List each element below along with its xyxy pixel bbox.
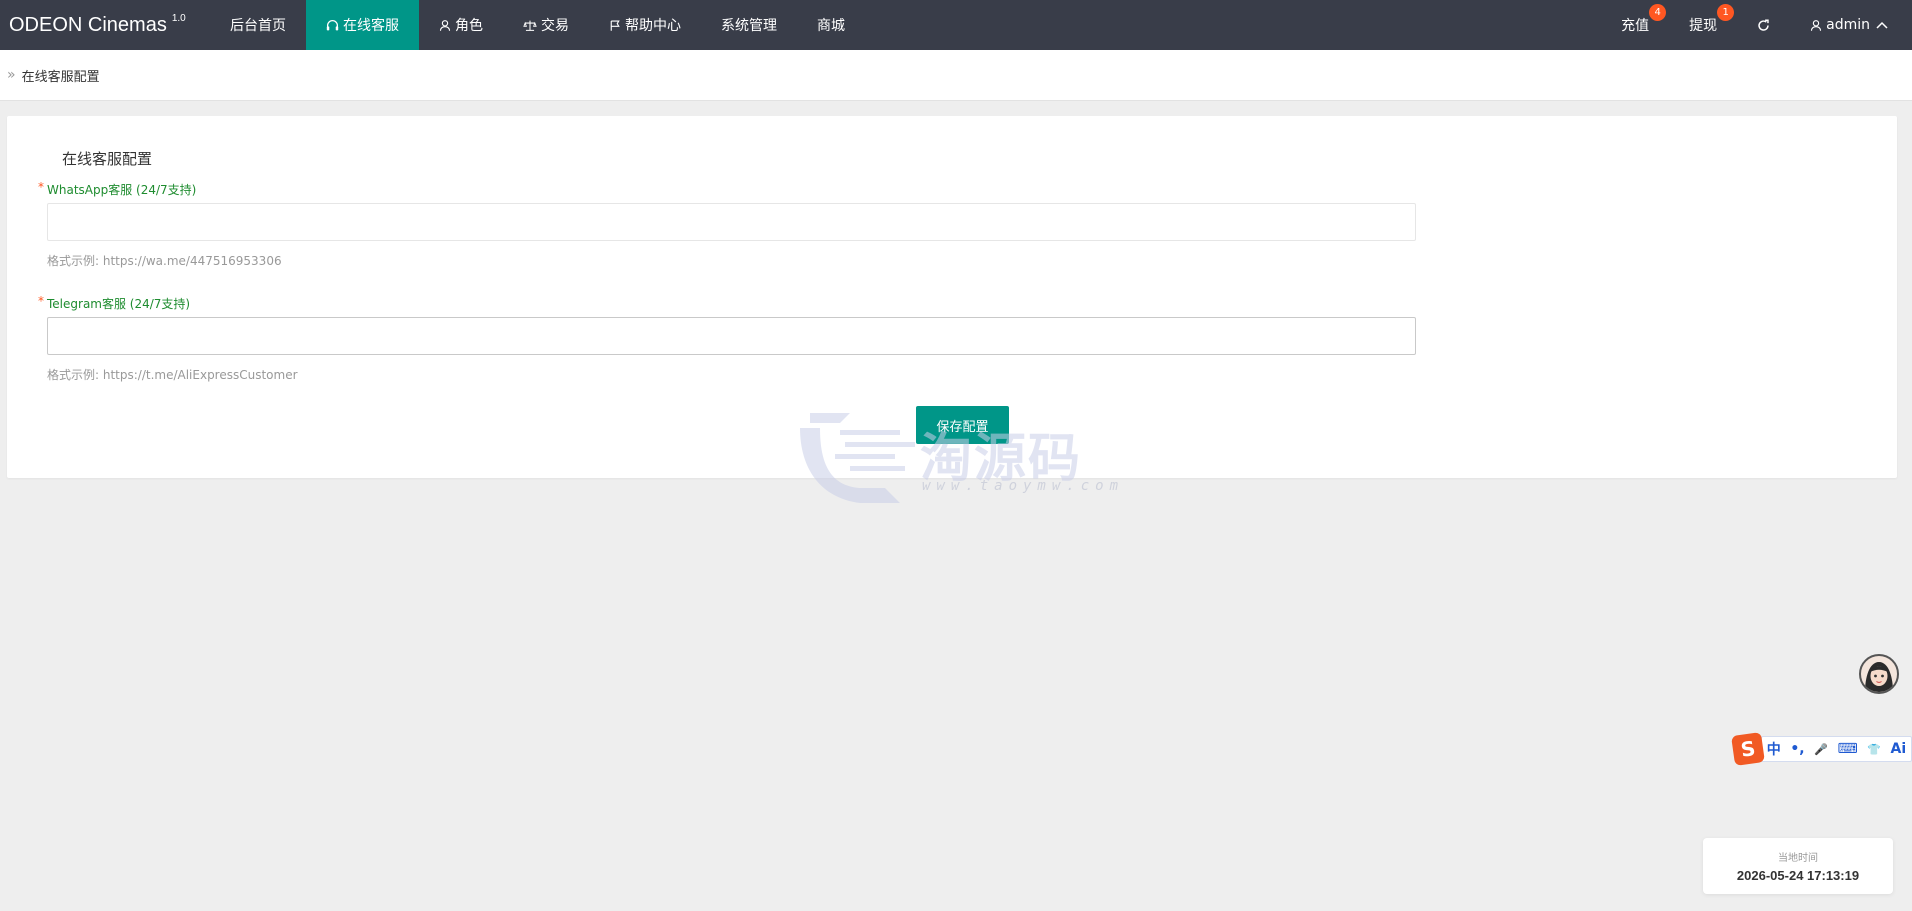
flag-icon <box>610 19 620 31</box>
brand-logo[interactable]: ODEON Cinemas 1.0 <box>0 12 210 37</box>
nav-item-system[interactable]: 系统管理 <box>701 0 797 50</box>
ime-toolbar: S 中 •, 🎤 ⌨ 👕 Ai <box>1731 732 1912 766</box>
sogou-logo-icon[interactable]: S <box>1731 732 1765 766</box>
nav-item-label: 后台首页 <box>230 18 286 34</box>
config-card: 在线客服配置 * WhatsApp客服 (24/7支持) 格式示例: https:… <box>7 116 1897 478</box>
local-time-value: 2026-05-24 17:13:19 <box>1736 868 1860 883</box>
telegram-input[interactable] <box>47 317 1416 355</box>
recharge-label: 充值 <box>1621 18 1650 34</box>
headset-icon <box>326 19 339 30</box>
nav-item-trade[interactable]: 交易 <box>503 0 589 50</box>
nav-item-label: 角色 <box>455 18 483 34</box>
ime-bar: 中 •, 🎤 ⌨ 👕 Ai <box>1761 736 1912 762</box>
refresh-icon <box>1758 18 1769 31</box>
scale-icon <box>523 20 537 31</box>
support-avatar[interactable] <box>1859 654 1899 694</box>
ime-skin-icon[interactable]: 👕 <box>1867 743 1881 756</box>
nav-item-help[interactable]: 帮助中心 <box>589 0 701 50</box>
ime-chinese-toggle[interactable]: 中 <box>1767 739 1781 759</box>
nav-item-dashboard[interactable]: 后台首页 <box>210 0 306 50</box>
required-marker: * <box>38 180 44 194</box>
withdraw-badge: 1 <box>1717 4 1735 21</box>
breadcrumb: » 在线客服配置 <box>0 50 1912 101</box>
save-config-button[interactable]: 保存配置 <box>916 406 1009 444</box>
whatsapp-label: * WhatsApp客服 (24/7支持) <box>38 180 197 198</box>
ime-microphone-icon[interactable]: 🎤 <box>1814 743 1828 756</box>
recharge-badge: 4 <box>1649 4 1667 21</box>
ime-ai-button[interactable]: Ai <box>1891 741 1907 757</box>
user-icon <box>1811 19 1822 31</box>
brand-version: 1.0 <box>171 12 186 24</box>
local-time-card: 当地时间 2026-05-24 17:13:19 <box>1703 838 1893 894</box>
brand-name: ODEON Cinemas <box>9 13 167 36</box>
nav-item-shop[interactable]: 商城 <box>797 0 865 50</box>
user-name: admin <box>1826 17 1870 33</box>
user-menu[interactable]: admin <box>1790 0 1912 50</box>
nav-item-online-service[interactable]: 在线客服 <box>306 0 419 50</box>
nav-right: 充值 4 提现 1 admin <box>1601 0 1912 50</box>
nav-item-label: 交易 <box>541 18 569 34</box>
telegram-hint: 格式示例: https://t.me/AliExpressCustomer <box>47 368 298 382</box>
user-icon <box>439 19 451 31</box>
double-chevron-right-icon: » <box>7 67 16 83</box>
nav-item-roles[interactable]: 角色 <box>419 0 503 50</box>
whatsapp-label-text: WhatsApp客服 (24/7支持) <box>47 183 197 197</box>
main-nav: 后台首页 在线客服 角色 交易 帮助中心 系统管理 商城 <box>210 0 865 50</box>
card-title: 在线客服配置 <box>62 150 153 168</box>
avatar-face-icon <box>1865 662 1893 692</box>
local-time-label: 当地时间 <box>1778 853 1818 864</box>
recharge-link[interactable]: 充值 4 <box>1601 0 1669 50</box>
nav-item-label: 系统管理 <box>721 18 777 34</box>
required-marker: * <box>38 294 44 308</box>
breadcrumb-current: 在线客服配置 <box>21 69 100 85</box>
whatsapp-hint: 格式示例: https://wa.me/447516953306 <box>47 254 282 268</box>
whatsapp-input[interactable] <box>47 203 1416 241</box>
nav-item-label: 在线客服 <box>343 18 399 34</box>
telegram-label: * Telegram客服 (24/7支持) <box>38 294 191 312</box>
watermark-url: www.taoymw.com <box>922 478 1125 494</box>
nav-item-label: 帮助中心 <box>625 18 681 34</box>
ime-punctuation-icon[interactable]: •, <box>1790 741 1804 757</box>
chevron-up-icon <box>1876 21 1888 29</box>
ime-keyboard-icon[interactable]: ⌨ <box>1837 741 1857 757</box>
top-navbar: ODEON Cinemas 1.0 后台首页 在线客服 角色 交易 帮助中心 系统… <box>0 0 1912 50</box>
nav-item-label: 商城 <box>817 18 845 34</box>
refresh-button[interactable] <box>1737 0 1790 50</box>
telegram-label-text: Telegram客服 (24/7支持) <box>47 297 191 311</box>
withdraw-label: 提现 <box>1689 18 1718 34</box>
withdraw-link[interactable]: 提现 1 <box>1669 0 1737 50</box>
